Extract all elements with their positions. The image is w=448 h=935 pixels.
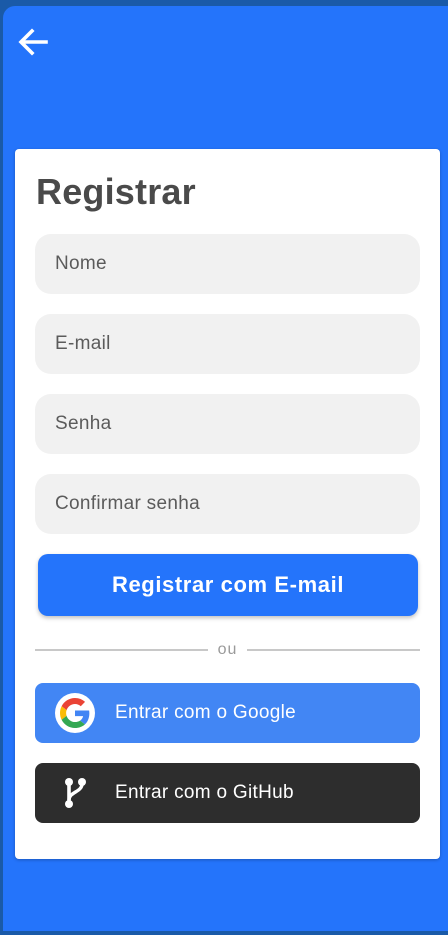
back-button[interactable] xyxy=(13,22,53,62)
github-signin-button[interactable]: Entrar com o GitHub xyxy=(35,763,420,823)
github-button-label: Entrar com o GitHub xyxy=(115,782,294,803)
or-divider: ou xyxy=(35,639,421,661)
arrow-left-icon xyxy=(18,28,48,56)
register-card: Registrar Registrar com E-mail ou xyxy=(15,149,440,859)
email-field[interactable] xyxy=(35,314,420,374)
confirm-password-field[interactable] xyxy=(35,474,420,534)
google-button-label: Entrar com o Google xyxy=(115,702,297,723)
divider-line-left xyxy=(35,649,208,651)
google-icon-wrap xyxy=(35,683,115,743)
page-title: Registrar xyxy=(36,171,196,212)
git-branch-icon xyxy=(35,763,115,823)
app-window: Registrar Registrar com E-mail ou xyxy=(3,6,448,931)
register-email-button[interactable]: Registrar com E-mail xyxy=(38,554,418,616)
name-field[interactable] xyxy=(35,234,420,294)
divider-text: ou xyxy=(217,641,238,658)
google-icon xyxy=(55,693,95,733)
password-field[interactable] xyxy=(35,394,420,454)
google-signin-button[interactable]: Entrar com o Google xyxy=(35,683,420,743)
divider-line-right xyxy=(247,649,421,651)
